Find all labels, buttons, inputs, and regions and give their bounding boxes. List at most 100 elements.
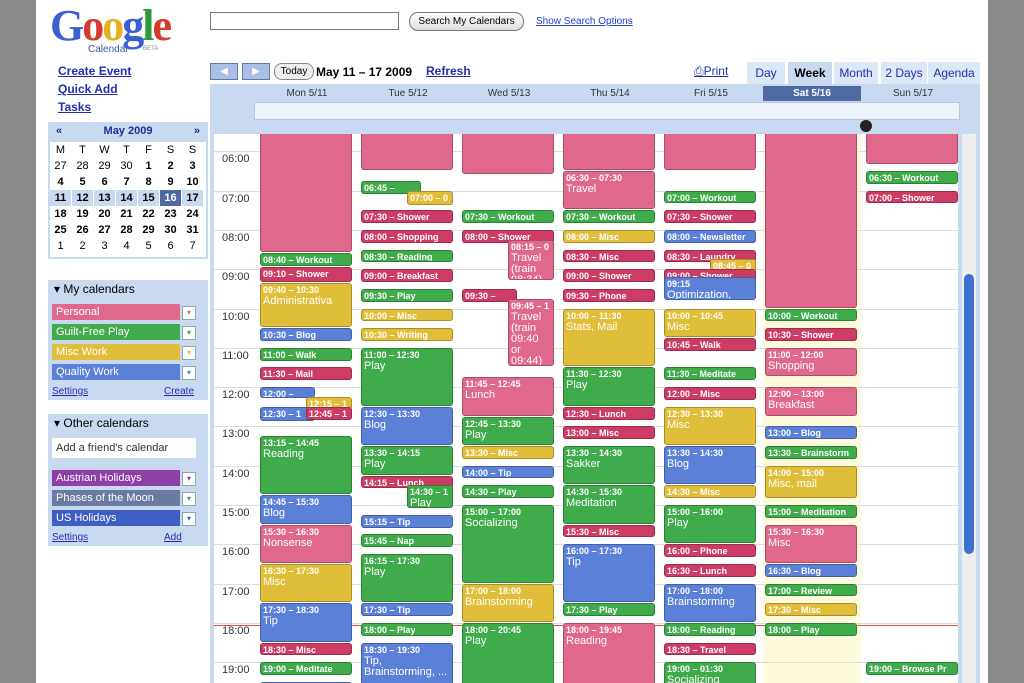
other_calendars-dropdown-icon[interactable]: ▾ (182, 472, 196, 486)
calendar-event[interactable]: 11:00 – 12:30 Play (361, 347, 453, 406)
calendar-event[interactable]: 07:00 – Shower (866, 190, 958, 204)
mini-day[interactable]: 8 (138, 174, 159, 190)
other_calendars-item[interactable]: US Holidays (52, 510, 180, 526)
mini-day[interactable]: 27 (50, 158, 71, 174)
calendar-event[interactable]: 09:00 – Breakfast (361, 269, 453, 282)
calendar-event[interactable]: 16:30 – Lunch (664, 563, 756, 577)
my_calendars-item[interactable]: Personal (52, 304, 180, 320)
mini-day[interactable]: 2 (160, 158, 181, 174)
search-calendars-button[interactable]: Search My Calendars (409, 12, 524, 31)
mini-day[interactable]: 6 (94, 174, 115, 190)
calendar-event[interactable]: 18:00 – 19:45 Reading (563, 622, 655, 683)
mini-day[interactable]: 1 (138, 158, 159, 174)
mini-day[interactable]: 28 (116, 222, 137, 238)
calendar-event[interactable]: 09:45 – 1 Travel (train 09:40 or 09:44) (508, 298, 554, 367)
show-search-options-link[interactable]: Show Search Options (536, 16, 633, 27)
mini-day[interactable]: 25 (50, 222, 71, 238)
calendar-event[interactable]: 10:00 – 11:30 Stats, Mail (563, 308, 655, 367)
calendar-event[interactable]: 17:30 – 18:30 Tip (260, 603, 352, 642)
calendar-event[interactable]: 16:00 – Phone (664, 544, 756, 558)
calendar-event[interactable]: 14:45 – 15:30 Blog (260, 495, 352, 524)
mini-day[interactable]: 16 (160, 190, 181, 206)
mini-day[interactable]: 30 (116, 158, 137, 174)
mini-day[interactable]: 14 (116, 190, 137, 206)
tab-day[interactable]: Day (747, 62, 785, 84)
mini-day[interactable]: 1 (50, 238, 71, 254)
calendar-event[interactable]: 14:30 – 15:30 Meditation (563, 485, 655, 524)
today-button[interactable]: Today (274, 63, 314, 80)
my_calendars-dropdown-icon[interactable]: ▾ (182, 326, 196, 340)
my_calendars-dropdown-icon[interactable]: ▾ (182, 346, 196, 360)
quick-add-link[interactable]: Quick Add (58, 80, 131, 98)
mini-day[interactable]: 27 (94, 222, 115, 238)
create-event-link[interactable]: Create Event (58, 62, 131, 80)
mini-day[interactable]: 21 (116, 206, 137, 222)
calendar-event[interactable]: 11:30 – Mail (260, 367, 352, 381)
all-day-row[interactable] (254, 102, 960, 120)
tasks-link[interactable]: Tasks (58, 98, 131, 116)
calendar-event[interactable]: 19:00 – 01:30 Socializing (664, 662, 756, 683)
calendar-event[interactable]: 09:15Optimization, misc (664, 277, 756, 300)
calendar-event[interactable]: 15:45 – Nap (361, 534, 453, 548)
day-column[interactable] (864, 134, 958, 683)
my_calendars-dropdown-icon[interactable]: ▾ (182, 366, 196, 380)
search-input[interactable] (210, 12, 399, 30)
calendar-event[interactable]: 10:00 – Misc (361, 308, 453, 322)
day-header[interactable]: Tue 5/12 (359, 86, 457, 101)
tab-agenda[interactable]: Agenda (928, 62, 980, 84)
print-link[interactable]: ⎙Print (694, 64, 728, 79)
calendar-event[interactable]: 10:45 – Walk (664, 337, 756, 351)
mini-day[interactable]: 5 (138, 238, 159, 254)
mini-next-month-button[interactable]: » (194, 122, 200, 140)
calendar-event[interactable]: 07:30 – Shower (361, 210, 453, 223)
calendar-event[interactable]: 11:45 – 12:45 Lunch (462, 377, 554, 416)
calendar-event[interactable]: 07:30 – Shower (664, 210, 756, 223)
prev-week-button[interactable]: ◀ (210, 63, 238, 80)
calendar-event[interactable]: 13:00 – Blog (765, 426, 857, 440)
add-friend-calendar-input[interactable]: Add a friend's calendar (52, 438, 196, 458)
mini-day[interactable]: 12 (72, 190, 93, 206)
mini-day[interactable]: 3 (182, 158, 203, 174)
mini-day[interactable]: 18 (50, 206, 71, 222)
calendar-event[interactable]: 07:30 – Workout (462, 210, 554, 223)
calendar-event[interactable]: 16:30 – 17:30 Misc (260, 563, 352, 603)
my-calendars-header[interactable]: ▾ My calendars (48, 280, 208, 298)
calendar-event[interactable]: 18:30 – Misc (260, 642, 352, 656)
calendar-event[interactable]: 17:30 – Misc (765, 603, 857, 616)
calendar-event[interactable]: 13:30 – 14:30 Sakker (563, 446, 655, 485)
day-header[interactable]: Mon 5/11 (258, 86, 356, 101)
calendar-event[interactable]: 11:00 – Walk (260, 347, 352, 361)
calendar-event[interactable]: 08:00 – Misc (563, 229, 655, 243)
mini-day[interactable]: 20 (94, 206, 115, 222)
mini-day[interactable]: 4 (116, 238, 137, 254)
tab-2-days[interactable]: 2 Days (881, 62, 927, 84)
calendar-event[interactable]: 14:00 – 15:00 Misc, mail (765, 465, 857, 499)
calendar-event[interactable]: 09:00 – Shower (563, 269, 655, 282)
calendar-event[interactable]: 13:30 – Brainstorm (765, 446, 857, 459)
mini-day[interactable]: 29 (94, 158, 115, 174)
mini-day[interactable]: 7 (116, 174, 137, 190)
calendar-event[interactable]: 13:00 – Misc (563, 426, 655, 440)
mini-day[interactable]: 23 (160, 206, 181, 222)
next-week-button[interactable]: ▶ (242, 63, 270, 80)
calendar-event[interactable] (361, 134, 453, 170)
mini-day[interactable]: 5 (72, 174, 93, 190)
time-grid[interactable]: 06:00 07:00 08:00 09:00 10:00 11:00 12:00 13:00… (214, 134, 958, 683)
calendar-event[interactable]: 16:15 – 17:30 Play (361, 554, 453, 603)
other_calendars-item[interactable]: Austrian Holidays (52, 470, 180, 486)
calendar-event[interactable]: 11:30 – Meditate (664, 367, 756, 381)
mini-day[interactable]: 9 (160, 174, 181, 190)
calendar-event[interactable]: 15:00 – Meditation (765, 505, 857, 518)
calendar-event[interactable]: 13:30 – 14:30 Blog (664, 446, 756, 485)
calendar-event[interactable]: 12:45 – 1 (306, 406, 352, 420)
calendar-event[interactable]: 15:00 – 16:00 Play (664, 505, 756, 544)
other_calendars-dropdown-icon[interactable]: ▾ (182, 492, 196, 506)
mini-day[interactable]: 10 (182, 174, 203, 190)
mini-day[interactable]: 30 (160, 222, 181, 238)
calendar-event[interactable]: 15:00 – 17:00 Socializing (462, 505, 554, 583)
calendar-event[interactable]: 18:00 – Play (765, 622, 857, 636)
calendar-event[interactable]: 10:30 – Blog (260, 328, 352, 341)
calendar-event[interactable]: 10:30 – Writing (361, 328, 453, 341)
mini-day[interactable]: 2 (72, 238, 93, 254)
calendar-event[interactable]: 14:30 – Play (462, 485, 554, 499)
